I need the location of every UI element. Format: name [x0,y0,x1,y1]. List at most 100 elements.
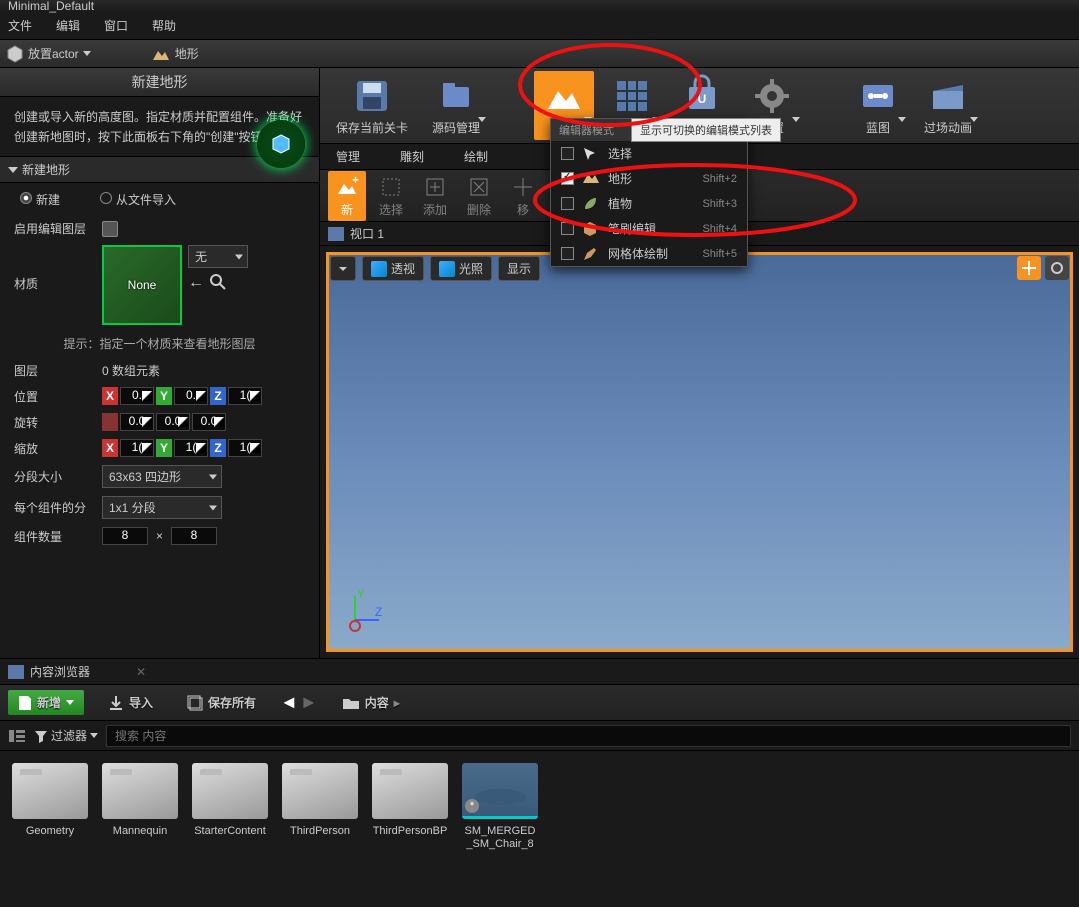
folder-thirdpersonbp[interactable]: ThirdPersonBP [372,763,448,851]
perspective-button[interactable]: 透视 [362,256,424,281]
tool-new[interactable]: + 新 [328,171,366,221]
floppy-icon [353,77,391,115]
menu-file[interactable]: 文件 [8,17,32,34]
forward-icon[interactable]: ► [300,692,318,713]
tab-paint[interactable]: 绘制 [456,144,496,169]
cursor-icon [582,146,598,162]
source-control-button[interactable]: 源码管理 [424,71,488,140]
viewport-transform-tools [1017,256,1069,280]
checkbox-enable-edit-layer[interactable] [102,221,118,237]
rotation-y-input[interactable]: 0.0 [156,413,190,431]
viewport-tab-label[interactable]: 视口 1 [350,225,384,242]
paintbrush-icon [582,246,598,262]
menu-help[interactable]: 帮助 [152,17,176,34]
material-back-icon[interactable]: ← [188,274,204,293]
scale-z-input[interactable]: 1( [228,439,262,457]
cb-tab-bar: 内容浏览器 ✕ [0,659,1079,685]
menu-edit[interactable]: 编辑 [56,17,80,34]
section-size-dropdown[interactable]: 63x63 四边形 [102,465,222,488]
blueprint-button[interactable]: 蓝图 [848,71,908,140]
project-title: Minimal_Default [8,0,94,13]
tool-select-label: 选择 [379,201,403,218]
cube-icon [439,261,455,277]
mode-item-select[interactable]: 选择 [551,141,747,166]
location-y-input[interactable]: 0. [174,387,208,405]
close-icon[interactable]: ✕ [136,665,146,679]
axis-x-label [102,413,118,431]
label-sections-per: 每个组件的分 [14,499,94,516]
scale-x-input[interactable]: 1( [120,439,154,457]
axis-z-label: Z [210,439,226,457]
material-find-icon[interactable] [210,274,226,293]
tool-add[interactable]: 添加 [416,171,454,221]
move-tool[interactable] [1017,256,1041,280]
landscape-mode[interactable]: 地形 [151,45,199,62]
gear-icon [753,77,791,115]
delete-icon [468,176,490,198]
tool-select[interactable]: 选择 [372,171,410,221]
add-new-button[interactable]: 新增 [8,690,84,715]
folder-startercontent[interactable]: StarterContent [192,763,268,851]
location-x-input[interactable]: 0. [120,387,154,405]
path-content[interactable]: 内容 ▸ [332,690,410,715]
back-icon[interactable]: ◄ [280,692,298,713]
tool-move-label: 移 [517,201,529,218]
rotate-tool[interactable] [1045,256,1069,280]
location-z-input[interactable]: 1( [228,387,262,405]
rotation-z-input[interactable]: 0.0 [192,413,226,431]
save-all-button[interactable]: 保存所有 [177,690,266,715]
search-input[interactable] [106,725,1071,747]
viewport-3d[interactable]: YZ [326,252,1073,652]
filter-button[interactable]: 过滤器 [34,727,98,744]
section-label: 新建地形 [22,161,70,178]
folder-geometry[interactable]: Geometry [12,763,88,851]
leaf-icon [582,196,598,212]
cinematic-button[interactable]: 过场动画 [916,71,980,140]
modes-dropdown: 编辑器模式 显示可切换的编辑模式列表 选择 地形 Shift+2 植物 Shif… [550,118,748,267]
material-hint: 提示：指定一个材质来查看地形图层 [0,329,319,358]
scale-y-input[interactable]: 1( [174,439,208,457]
grid-icon [613,77,651,115]
label-scale: 缩放 [14,440,94,457]
lit-button[interactable]: 光照 [430,256,492,281]
viewport-options[interactable] [330,256,356,281]
axis-x-label: X [102,387,118,405]
tool-move[interactable]: 移 [504,171,542,221]
mode-item-landscape[interactable]: 地形 Shift+2 [551,166,747,191]
item-label: 地形 [608,170,632,187]
folder-mannequin[interactable]: Mannequin [102,763,178,851]
funnel-icon [34,729,48,743]
material-dropdown[interactable]: 无 [188,245,248,268]
mode-item-brush[interactable]: 笔刷编辑 Shift+4 [551,216,747,241]
menu-window[interactable]: 窗口 [104,17,128,34]
asset-sm-merged-chair[interactable]: *SM_MERGED_SM_Chair_8 [462,763,538,851]
place-actor-label: 放置actor [28,45,79,62]
tool-delete[interactable]: 删除 [460,171,498,221]
show-button[interactable]: 显示 [498,256,540,281]
download-icon [108,695,124,711]
sections-per-dropdown[interactable]: 1x1 分段 [102,496,222,519]
select-icon [380,176,402,198]
tool-add-label: 添加 [423,201,447,218]
folder-thirdperson[interactable]: ThirdPerson [282,763,358,851]
viewport-icon [328,227,344,241]
mode-item-meshpaint[interactable]: 网格体绘制 Shift+5 [551,241,747,266]
tab-manage[interactable]: 管理 [328,144,368,169]
import-button[interactable]: 导入 [98,690,163,715]
label-component-count: 组件数量 [14,528,94,545]
component-count-a[interactable]: 8 [102,527,148,545]
svg-text:+: + [352,173,359,187]
cb-tab-label[interactable]: 内容浏览器 [30,663,90,680]
place-actor-mode[interactable]: 放置actor [6,45,91,63]
material-swatch[interactable]: None [102,245,182,325]
move-icon [512,176,534,198]
radio-new[interactable]: 新建 [20,191,60,208]
component-count-b[interactable]: 8 [171,527,217,545]
tab-sculpt[interactable]: 雕刻 [392,144,432,169]
save-button[interactable]: 保存当前关卡 [328,71,416,140]
radio-import[interactable]: 从文件导入 [100,191,176,208]
panel-header: 新建地形 [0,68,319,97]
mode-item-foliage[interactable]: 植物 Shift+3 [551,191,747,216]
sources-icon[interactable] [8,728,26,744]
rotation-x-input[interactable]: 0.0 [120,413,154,431]
